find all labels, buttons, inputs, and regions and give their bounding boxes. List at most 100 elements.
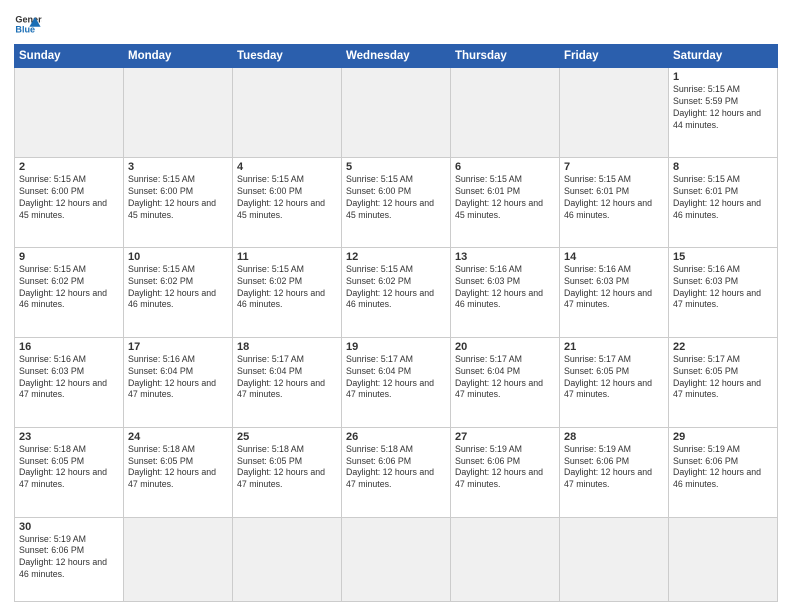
day-number: 1 bbox=[673, 71, 773, 83]
day-number: 21 bbox=[564, 341, 664, 353]
day-number: 3 bbox=[128, 161, 228, 173]
page: General Blue SundayMondayTuesdayWednesda… bbox=[0, 0, 792, 612]
calendar-cell: 15Sunrise: 5:16 AMSunset: 6:03 PMDayligh… bbox=[669, 247, 778, 337]
logo-icon: General Blue bbox=[14, 10, 42, 38]
week-row: 30Sunrise: 5:19 AMSunset: 6:06 PMDayligh… bbox=[15, 517, 778, 601]
calendar-cell bbox=[342, 68, 451, 158]
calendar-cell: 19Sunrise: 5:17 AMSunset: 6:04 PMDayligh… bbox=[342, 337, 451, 427]
day-info: Sunrise: 5:15 AMSunset: 6:00 PMDaylight:… bbox=[346, 174, 446, 222]
day-info: Sunrise: 5:16 AMSunset: 6:03 PMDaylight:… bbox=[673, 264, 773, 312]
calendar-cell: 25Sunrise: 5:18 AMSunset: 6:05 PMDayligh… bbox=[233, 427, 342, 517]
calendar-cell bbox=[342, 517, 451, 601]
calendar-cell: 14Sunrise: 5:16 AMSunset: 6:03 PMDayligh… bbox=[560, 247, 669, 337]
day-info: Sunrise: 5:18 AMSunset: 6:05 PMDaylight:… bbox=[128, 444, 228, 492]
day-info: Sunrise: 5:19 AMSunset: 6:06 PMDaylight:… bbox=[455, 444, 555, 492]
day-number: 22 bbox=[673, 341, 773, 353]
day-number: 12 bbox=[346, 251, 446, 263]
day-number: 10 bbox=[128, 251, 228, 263]
calendar-table: SundayMondayTuesdayWednesdayThursdayFrid… bbox=[14, 44, 778, 602]
calendar-cell: 1Sunrise: 5:15 AMSunset: 5:59 PMDaylight… bbox=[669, 68, 778, 158]
day-info: Sunrise: 5:17 AMSunset: 6:04 PMDaylight:… bbox=[237, 354, 337, 402]
day-number: 17 bbox=[128, 341, 228, 353]
day-info: Sunrise: 5:15 AMSunset: 6:02 PMDaylight:… bbox=[128, 264, 228, 312]
day-number: 7 bbox=[564, 161, 664, 173]
calendar-cell: 2Sunrise: 5:15 AMSunset: 6:00 PMDaylight… bbox=[15, 157, 124, 247]
day-header-friday: Friday bbox=[560, 45, 669, 68]
calendar-cell: 22Sunrise: 5:17 AMSunset: 6:05 PMDayligh… bbox=[669, 337, 778, 427]
calendar-cell bbox=[233, 68, 342, 158]
calendar-cell: 21Sunrise: 5:17 AMSunset: 6:05 PMDayligh… bbox=[560, 337, 669, 427]
calendar-cell bbox=[15, 68, 124, 158]
calendar-cell bbox=[451, 68, 560, 158]
calendar-header-row: SundayMondayTuesdayWednesdayThursdayFrid… bbox=[15, 45, 778, 68]
day-header-wednesday: Wednesday bbox=[342, 45, 451, 68]
day-header-saturday: Saturday bbox=[669, 45, 778, 68]
day-info: Sunrise: 5:17 AMSunset: 6:04 PMDaylight:… bbox=[346, 354, 446, 402]
day-info: Sunrise: 5:19 AMSunset: 6:06 PMDaylight:… bbox=[564, 444, 664, 492]
day-number: 15 bbox=[673, 251, 773, 263]
day-info: Sunrise: 5:19 AMSunset: 6:06 PMDaylight:… bbox=[19, 534, 119, 582]
day-number: 5 bbox=[346, 161, 446, 173]
day-info: Sunrise: 5:18 AMSunset: 6:06 PMDaylight:… bbox=[346, 444, 446, 492]
calendar-cell: 30Sunrise: 5:19 AMSunset: 6:06 PMDayligh… bbox=[15, 517, 124, 601]
day-number: 18 bbox=[237, 341, 337, 353]
calendar-cell bbox=[124, 68, 233, 158]
day-number: 8 bbox=[673, 161, 773, 173]
calendar-body: 1Sunrise: 5:15 AMSunset: 5:59 PMDaylight… bbox=[15, 68, 778, 602]
calendar-cell: 7Sunrise: 5:15 AMSunset: 6:01 PMDaylight… bbox=[560, 157, 669, 247]
calendar-cell: 3Sunrise: 5:15 AMSunset: 6:00 PMDaylight… bbox=[124, 157, 233, 247]
day-info: Sunrise: 5:15 AMSunset: 6:01 PMDaylight:… bbox=[564, 174, 664, 222]
day-info: Sunrise: 5:16 AMSunset: 6:03 PMDaylight:… bbox=[19, 354, 119, 402]
day-info: Sunrise: 5:15 AMSunset: 6:00 PMDaylight:… bbox=[19, 174, 119, 222]
calendar-cell: 6Sunrise: 5:15 AMSunset: 6:01 PMDaylight… bbox=[451, 157, 560, 247]
day-number: 19 bbox=[346, 341, 446, 353]
day-number: 27 bbox=[455, 431, 555, 443]
day-info: Sunrise: 5:18 AMSunset: 6:05 PMDaylight:… bbox=[237, 444, 337, 492]
day-info: Sunrise: 5:15 AMSunset: 6:02 PMDaylight:… bbox=[237, 264, 337, 312]
calendar-cell: 10Sunrise: 5:15 AMSunset: 6:02 PMDayligh… bbox=[124, 247, 233, 337]
day-info: Sunrise: 5:15 AMSunset: 6:02 PMDaylight:… bbox=[346, 264, 446, 312]
day-info: Sunrise: 5:15 AMSunset: 6:01 PMDaylight:… bbox=[673, 174, 773, 222]
calendar-cell bbox=[669, 517, 778, 601]
day-header-tuesday: Tuesday bbox=[233, 45, 342, 68]
day-number: 16 bbox=[19, 341, 119, 353]
calendar-cell: 11Sunrise: 5:15 AMSunset: 6:02 PMDayligh… bbox=[233, 247, 342, 337]
calendar-cell: 28Sunrise: 5:19 AMSunset: 6:06 PMDayligh… bbox=[560, 427, 669, 517]
calendar-cell: 27Sunrise: 5:19 AMSunset: 6:06 PMDayligh… bbox=[451, 427, 560, 517]
day-info: Sunrise: 5:17 AMSunset: 6:04 PMDaylight:… bbox=[455, 354, 555, 402]
day-info: Sunrise: 5:17 AMSunset: 6:05 PMDaylight:… bbox=[564, 354, 664, 402]
day-header-monday: Monday bbox=[124, 45, 233, 68]
header: General Blue bbox=[14, 10, 778, 38]
calendar-cell: 18Sunrise: 5:17 AMSunset: 6:04 PMDayligh… bbox=[233, 337, 342, 427]
calendar-cell: 13Sunrise: 5:16 AMSunset: 6:03 PMDayligh… bbox=[451, 247, 560, 337]
calendar-cell: 8Sunrise: 5:15 AMSunset: 6:01 PMDaylight… bbox=[669, 157, 778, 247]
calendar-cell: 9Sunrise: 5:15 AMSunset: 6:02 PMDaylight… bbox=[15, 247, 124, 337]
day-number: 11 bbox=[237, 251, 337, 263]
day-number: 13 bbox=[455, 251, 555, 263]
week-row: 1Sunrise: 5:15 AMSunset: 5:59 PMDaylight… bbox=[15, 68, 778, 158]
day-info: Sunrise: 5:15 AMSunset: 6:00 PMDaylight:… bbox=[237, 174, 337, 222]
calendar-cell: 26Sunrise: 5:18 AMSunset: 6:06 PMDayligh… bbox=[342, 427, 451, 517]
calendar-cell: 23Sunrise: 5:18 AMSunset: 6:05 PMDayligh… bbox=[15, 427, 124, 517]
day-info: Sunrise: 5:15 AMSunset: 6:00 PMDaylight:… bbox=[128, 174, 228, 222]
week-row: 23 Sunrise: 5:18 AMSunset: 6:05 PMDayligh… bbox=[15, 427, 778, 517]
logo: General Blue bbox=[14, 10, 42, 38]
calendar-cell: 4Sunrise: 5:15 AMSunset: 6:00 PMDaylight… bbox=[233, 157, 342, 247]
day-number: 2 bbox=[19, 161, 119, 173]
week-row: 9 Sunrise: 5:15 AMSunset: 6:02 PMDaylight… bbox=[15, 247, 778, 337]
calendar-cell bbox=[451, 517, 560, 601]
day-info: Sunrise: 5:19 AMSunset: 6:06 PMDaylight:… bbox=[673, 444, 773, 492]
calendar-cell: 17Sunrise: 5:16 AMSunset: 6:04 PMDayligh… bbox=[124, 337, 233, 427]
day-info: Sunrise: 5:16 AMSunset: 6:04 PMDaylight:… bbox=[128, 354, 228, 402]
calendar-cell: 16Sunrise: 5:16 AMSunset: 6:03 PMDayligh… bbox=[15, 337, 124, 427]
day-number: 9 bbox=[19, 251, 119, 263]
day-number: 20 bbox=[455, 341, 555, 353]
day-info: Sunrise: 5:16 AMSunset: 6:03 PMDaylight:… bbox=[564, 264, 664, 312]
calendar-cell: 29Sunrise: 5:19 AMSunset: 6:06 PMDayligh… bbox=[669, 427, 778, 517]
day-header-thursday: Thursday bbox=[451, 45, 560, 68]
day-number: 29 bbox=[673, 431, 773, 443]
day-number: 23 bbox=[19, 431, 119, 443]
week-row: 16Sunrise: 5:16 AMSunset: 6:03 PMDayligh… bbox=[15, 337, 778, 427]
calendar-cell bbox=[233, 517, 342, 601]
day-header-sunday: Sunday bbox=[15, 45, 124, 68]
